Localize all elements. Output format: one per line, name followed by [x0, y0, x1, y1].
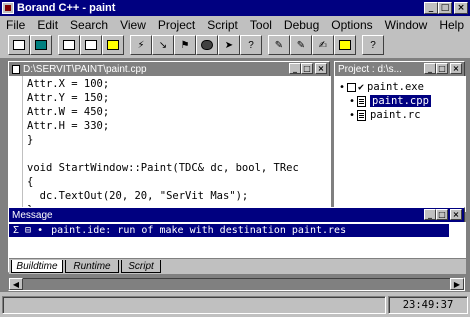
trace-icon[interactable]: ⚑: [174, 35, 196, 55]
project-minimize-button[interactable]: _: [424, 63, 436, 74]
menu-options[interactable]: Options: [325, 18, 378, 32]
message-title-bar: Message _ □ ×: [9, 208, 464, 222]
tree-item-exe[interactable]: • ✔ paint.exe: [337, 80, 424, 94]
app-title: Borand C++ - paint: [17, 2, 116, 14]
menu-edit[interactable]: Edit: [31, 18, 64, 32]
message-row[interactable]: Σ ⊟ • paint.ide: run of make with destin…: [9, 224, 449, 237]
menu-search[interactable]: Search: [64, 18, 114, 32]
message-close-button[interactable]: ×: [450, 209, 462, 220]
save-icon[interactable]: [30, 35, 52, 55]
code-line: dc.TextOut(20, 20, "SerVit Mas");: [27, 190, 249, 202]
message-tabbar: Buildtime Runtime Script: [9, 258, 466, 274]
editor-maximize-button[interactable]: □: [301, 63, 313, 74]
tree-bullet: •: [348, 95, 356, 107]
app-icon[interactable]: [2, 2, 14, 14]
project-maximize-button[interactable]: □: [436, 63, 448, 74]
message-maximize-button[interactable]: □: [436, 209, 448, 220]
editor-close-button[interactable]: ×: [315, 63, 327, 74]
message-caption-buttons: _ □ ×: [424, 209, 462, 220]
print-icon[interactable]: [58, 35, 80, 55]
file-icon: [357, 95, 366, 107]
tree-item-rc[interactable]: • paint.rc: [347, 108, 421, 122]
code-line: }: [27, 134, 34, 146]
tree-item-label: paint.exe: [367, 81, 424, 93]
pen-icon[interactable]: ✎: [268, 35, 290, 55]
code-line: void StartWindow::Paint(TDC& dc, bool, T…: [27, 162, 299, 174]
copy-icon[interactable]: [80, 35, 102, 55]
tab-runtime[interactable]: Runtime: [65, 260, 119, 273]
message-title: Message: [12, 209, 53, 221]
message-minimize-button[interactable]: _: [424, 209, 436, 220]
tree-item-cpp[interactable]: • paint.cpp: [347, 94, 431, 108]
window-caption-buttons: _ □ ×: [424, 2, 468, 14]
toolbar: ⚡ ↘ ⚑ ➤ ? ✎ ✎ ✍ ?: [0, 33, 470, 57]
editor-gutter: [9, 76, 23, 212]
breakpoint-icon[interactable]: [196, 35, 218, 55]
menu-view[interactable]: View: [114, 18, 152, 32]
checkmark-icon: ✔: [358, 81, 365, 93]
checkbox-icon[interactable]: [347, 82, 356, 92]
status-message: [2, 296, 386, 314]
edit-icon[interactable]: ✍: [312, 35, 334, 55]
paste-icon[interactable]: [102, 35, 124, 55]
editor-caption-buttons: _ □ ×: [289, 63, 327, 74]
expand-icon[interactable]: ⊟: [25, 225, 31, 236]
step-icon[interactable]: ↘: [152, 35, 174, 55]
tab-script[interactable]: Script: [121, 260, 161, 273]
run-icon[interactable]: ⚡: [130, 35, 152, 55]
editor-window: D:\SERVIT\PAINT\paint.cpp _ □ × Attr.X =…: [8, 61, 331, 212]
code-line: Attr.X = 100;: [27, 78, 110, 90]
project-caption-buttons: _ □ ×: [424, 63, 462, 74]
app-title-bar: Borand C++ - paint _ □ ×: [0, 0, 470, 16]
message-window: Message _ □ × Σ ⊟ • paint.ide: run of ma…: [8, 207, 466, 274]
menu-tool[interactable]: Tool: [244, 18, 278, 32]
code-editor[interactable]: Attr.X = 100; Attr.Y = 150; Attr.W = 450…: [9, 76, 331, 212]
message-bullet: •: [37, 225, 44, 236]
open-icon[interactable]: [8, 35, 30, 55]
code-line: Attr.W = 450;: [27, 106, 110, 118]
project-tree: • ✔ paint.exe • paint.cpp • paint.rc: [335, 76, 466, 212]
scroll-right-icon[interactable]: ▶: [450, 278, 464, 290]
file-icon: [357, 109, 366, 121]
menu-window[interactable]: Window: [379, 18, 434, 32]
editor-title-bar: D:\SERVIT\PAINT\paint.cpp _ □ ×: [9, 62, 329, 76]
tree-bullet: •: [338, 81, 346, 93]
tree-item-label: paint.cpp: [370, 95, 431, 107]
maximize-button[interactable]: □: [438, 2, 452, 14]
watch-icon[interactable]: ?: [240, 35, 262, 55]
menu-file[interactable]: File: [0, 18, 31, 32]
help-icon[interactable]: ?: [362, 35, 384, 55]
tree-bullet: •: [348, 109, 356, 121]
menu-project[interactable]: Project: [152, 18, 201, 32]
project-close-button[interactable]: ×: [450, 63, 462, 74]
minimize-button[interactable]: _: [424, 2, 438, 14]
message-list: Σ ⊟ • paint.ide: run of make with destin…: [9, 222, 466, 258]
code-line: Attr.Y = 150;: [27, 92, 110, 104]
project-title-bar: Project : d:\s... _ □ ×: [335, 62, 464, 76]
message-text: paint.ide: run of make with destination …: [51, 225, 347, 236]
document-icon: [12, 64, 20, 74]
project-window: Project : d:\s... _ □ × • ✔ paint.exe • …: [334, 61, 466, 212]
tab-buildtime[interactable]: Buildtime: [11, 260, 63, 273]
brush-icon[interactable]: ✎: [290, 35, 312, 55]
menu-help[interactable]: Help: [433, 18, 470, 32]
pointer-icon[interactable]: ➤: [218, 35, 240, 55]
horizontal-scrollbar[interactable]: ◀ ▶: [8, 277, 465, 291]
tree-item-label: paint.rc: [370, 109, 421, 121]
code-line: {: [27, 176, 34, 188]
editor-minimize-button[interactable]: _: [289, 63, 301, 74]
message-type-icon: Σ: [13, 225, 20, 236]
menubar: File Edit Search View Project Script Too…: [0, 16, 470, 33]
menu-debug[interactable]: Debug: [278, 18, 325, 32]
folder-icon[interactable]: [334, 35, 356, 55]
status-bar: 23:49:37: [0, 293, 470, 317]
status-clock: 23:49:37: [388, 296, 468, 314]
editor-title: D:\SERVIT\PAINT\paint.cpp: [23, 63, 147, 75]
menu-script[interactable]: Script: [201, 18, 244, 32]
close-button[interactable]: ×: [454, 2, 468, 14]
code-line: Attr.H = 330;: [27, 120, 110, 132]
scroll-left-icon[interactable]: ◀: [9, 278, 23, 290]
project-title: Project : d:\s...: [338, 63, 402, 75]
